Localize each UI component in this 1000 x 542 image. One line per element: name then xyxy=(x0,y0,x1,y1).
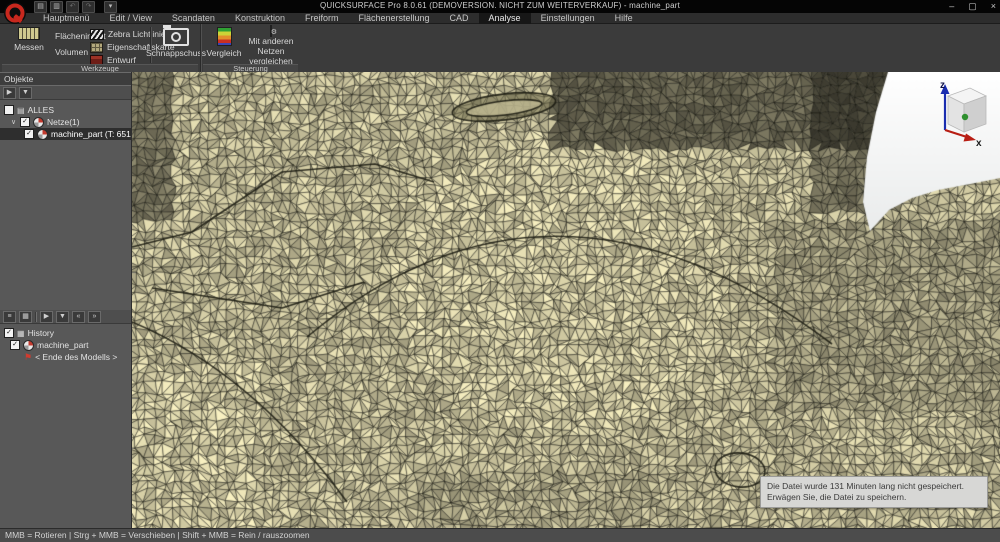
checkbox-alles[interactable]: ✓ xyxy=(4,105,14,115)
left-sidebar: Objekte ▶ ▼ ✓ ▤ ALLES ∨ ✓ Netze(1) ✓ mac… xyxy=(0,72,132,528)
title-bar: ▤ ▥ ↶ ↷ ▾ QUICKSURFACE Pro 8.0.61 (DEMOV… xyxy=(0,0,1000,13)
notification-line1: Die Datei wurde 131 Minuten lang nicht g… xyxy=(767,481,981,492)
objects-panel-header: Objekte xyxy=(0,72,131,86)
skip-to-start-icon[interactable]: « xyxy=(72,311,85,323)
zebra-stripes-icon xyxy=(90,29,104,40)
vergleich-button[interactable]: Vergleich xyxy=(206,26,242,64)
deviation-colormap-icon xyxy=(217,27,232,46)
layers-icon: ▤ xyxy=(17,106,25,115)
mesh-icon xyxy=(23,340,34,351)
checkbox-history[interactable]: ✓ xyxy=(4,328,14,338)
objects-panel-toolbar: ▶ ▼ xyxy=(0,86,131,100)
app-logo-icon xyxy=(3,1,27,25)
checkbox-netze[interactable]: ✓ xyxy=(20,117,30,127)
end-marker-flag-icon: ⚑ xyxy=(24,353,32,362)
mit-anderen-netzen-vergleichen-button[interactable]: ⚙ Mit anderen Netzen vergleichen xyxy=(244,26,298,64)
show-all-icon[interactable]: ▶ xyxy=(3,87,16,99)
checkbox-history-machine-part[interactable]: ✓ xyxy=(10,340,20,350)
close-button[interactable]: × xyxy=(991,0,996,13)
history-panel-toolbar: ≡ ▦ ▶ ▼ « » xyxy=(0,310,131,324)
notification-line2: Erwägen Sie, die Datei zu speichern. xyxy=(767,492,981,503)
mesh-icon xyxy=(37,129,48,140)
tree-item-machine-part[interactable]: ✓ machine_part (T: 651 304) xyxy=(0,128,131,140)
minimize-button[interactable]: – xyxy=(949,0,954,13)
tree-item-history[interactable]: ✓ ▦ History xyxy=(0,327,131,339)
play-history-icon[interactable]: ▶ xyxy=(40,311,53,323)
mouse-hints-text: MMB = Rotieren | Strg + MMB = Verschiebe… xyxy=(5,530,310,540)
mesh-group-icon xyxy=(33,117,44,128)
history-filter-icon[interactable]: ▼ xyxy=(56,311,69,323)
y-axis-dot xyxy=(962,114,968,120)
property-map-icon xyxy=(90,42,103,53)
tree-item-netze[interactable]: ∨ ✓ Netze(1) xyxy=(0,116,131,128)
menu-item-cad[interactable]: CAD xyxy=(440,13,479,24)
menu-item-freiform[interactable]: Freiform xyxy=(295,13,349,24)
messen-button[interactable]: Messen xyxy=(8,26,50,64)
z-axis-label: z xyxy=(940,80,945,91)
menu-item-edit-view[interactable]: Edit / View xyxy=(100,13,162,24)
skip-to-end-icon[interactable]: » xyxy=(88,311,101,323)
history-root-icon: ▦ xyxy=(17,329,25,338)
ribbon-group-separator xyxy=(200,24,202,72)
volumen-button[interactable]: Volumen xyxy=(55,46,88,58)
camera-icon xyxy=(163,28,189,46)
filter-icon[interactable]: ▼ xyxy=(19,87,32,99)
checkbox-machine-part[interactable]: ✓ xyxy=(24,129,34,139)
menu-bar: Hauptmenü Edit / View Scandaten Konstruk… xyxy=(0,13,1000,24)
unsaved-file-notification[interactable]: Die Datei wurde 131 Minuten lang nicht g… xyxy=(760,476,988,508)
ribbon-toolbar: Messen Flächeninhalt Volumen Zebra Licht… xyxy=(0,24,1000,73)
window-title: QUICKSURFACE Pro 8.0.61 (DEMOVERSION. NI… xyxy=(0,1,1000,10)
chevron-down-icon[interactable]: ∨ xyxy=(10,118,17,126)
gear-icon: ⚙ xyxy=(271,28,277,36)
menu-item-hilfe[interactable]: Hilfe xyxy=(605,13,643,24)
list-view-icon[interactable]: ≡ xyxy=(3,311,16,323)
menu-item-hauptmenu[interactable]: Hauptmenü xyxy=(33,13,100,24)
3d-viewport[interactable]: z x Die Datei wurde 131 Minuten lang nic… xyxy=(132,72,1000,528)
mesh-model-machine-part[interactable] xyxy=(132,72,1000,528)
menu-item-scandaten[interactable]: Scandaten xyxy=(162,13,225,24)
schnappschuss-button[interactable]: Schnappschuss xyxy=(154,26,198,64)
menu-item-flaechenerstellung[interactable]: Flächenerstellung xyxy=(348,13,439,24)
status-bar: MMB = Rotieren | Strg + MMB = Verschiebe… xyxy=(0,528,1000,542)
x-axis-label: x xyxy=(976,138,982,146)
menu-item-analyse[interactable]: Analyse xyxy=(479,13,531,24)
tree-item-ende-des-modells[interactable]: ⚑ < Ende des Modells > xyxy=(0,351,131,363)
tree-view-icon[interactable]: ▦ xyxy=(19,311,32,323)
toolbar-separator xyxy=(35,312,37,322)
ruler-icon xyxy=(18,27,40,40)
menu-item-konstruktion[interactable]: Konstruktion xyxy=(225,13,295,24)
restore-button[interactable]: ▢ xyxy=(968,0,977,13)
menu-item-einstellungen[interactable]: Einstellungen xyxy=(531,13,605,24)
tree-item-history-machine-part[interactable]: ✓ machine_part xyxy=(0,339,131,351)
navigation-cube[interactable]: z x xyxy=(918,78,992,146)
tree-item-alles[interactable]: ✓ ▤ ALLES xyxy=(0,104,131,116)
